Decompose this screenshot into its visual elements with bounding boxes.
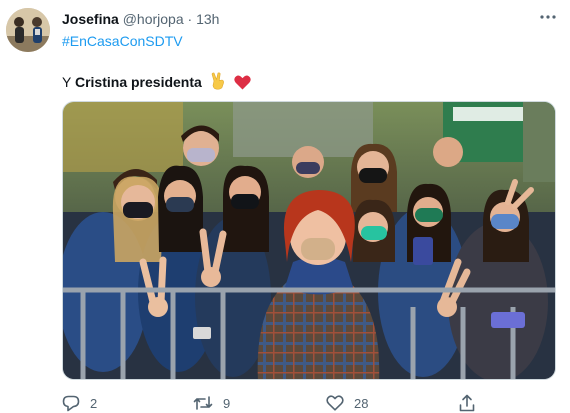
separator-dot: · (187, 11, 193, 27)
tweet[interactable]: Josefina @horjopa · 13h #EnCasaConSDTV Y… (0, 0, 570, 413)
tweet-time[interactable]: 13h (196, 11, 219, 27)
retweet-count: 9 (223, 395, 231, 411)
reply-button[interactable]: 2 (62, 393, 97, 413)
victory-hand-emoji (210, 72, 226, 94)
more-options-button[interactable] (537, 7, 559, 27)
heart-icon (326, 395, 344, 411)
share-button[interactable] (459, 393, 475, 413)
red-heart-emoji (233, 75, 251, 94)
retweet-button[interactable]: 9 (193, 393, 230, 413)
author-name[interactable]: Josefina (62, 11, 119, 27)
tweet-header: Josefina @horjopa · 13h (62, 11, 219, 27)
tweet-text-bold: Cristina presidenta (74, 74, 202, 90)
hashtag-link[interactable]: #EnCasaConSDTV (62, 33, 183, 49)
tweet-text: Y Cristina presidenta (62, 72, 251, 94)
crowd-photo-image (63, 102, 555, 379)
reply-icon (62, 395, 80, 411)
share-icon (459, 394, 475, 412)
retweet-icon (193, 396, 213, 410)
like-button[interactable]: 28 (326, 393, 368, 413)
avatar[interactable] (6, 8, 50, 52)
more-icon (540, 15, 556, 19)
tweet-photo[interactable] (62, 101, 556, 380)
author-handle[interactable]: @horjopa (123, 11, 184, 27)
reply-count: 2 (90, 395, 98, 411)
tweet-actions: 2 9 28 (62, 393, 562, 413)
avatar-image (6, 8, 50, 52)
like-count: 28 (354, 395, 369, 411)
tweet-text-prefix: Y (62, 74, 72, 90)
